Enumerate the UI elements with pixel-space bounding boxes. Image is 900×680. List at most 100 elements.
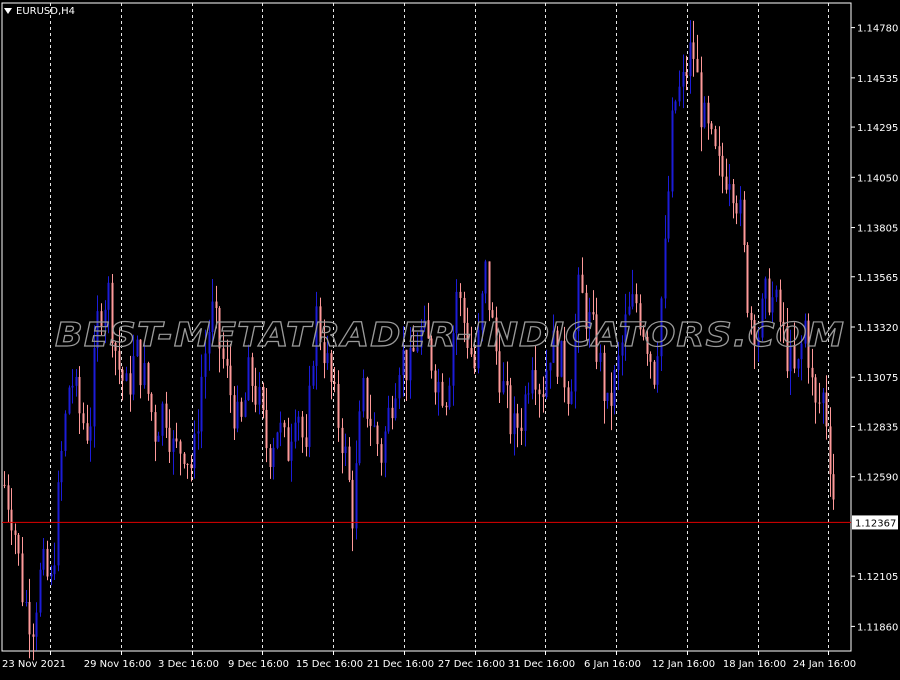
candle-body bbox=[200, 376, 203, 432]
candle-body bbox=[226, 358, 229, 366]
candle-body bbox=[279, 422, 282, 433]
candle-body bbox=[581, 274, 584, 293]
candle-body bbox=[513, 413, 516, 435]
y-tick-label: 1.12590 bbox=[857, 473, 898, 484]
candle-body bbox=[394, 398, 397, 419]
watermark-text: BEST-METATRADER-INDICATORS.COM bbox=[55, 315, 845, 354]
candle-body bbox=[746, 244, 749, 313]
candle-body bbox=[649, 353, 652, 362]
candle-body bbox=[811, 367, 814, 378]
candle-body bbox=[333, 381, 336, 384]
candle-body bbox=[678, 86, 681, 102]
x-tick-label: 18 Jan 16:00 bbox=[723, 659, 786, 670]
y-tick-label: 1.12835 bbox=[857, 422, 898, 433]
candle-body bbox=[434, 370, 437, 393]
candle-body bbox=[251, 357, 254, 386]
candle-body bbox=[473, 354, 476, 369]
candle-body bbox=[53, 565, 56, 575]
candle-body bbox=[674, 101, 677, 111]
candle-body bbox=[380, 444, 383, 463]
candle-body bbox=[664, 238, 667, 299]
candle-body bbox=[193, 433, 196, 469]
candle-body bbox=[132, 356, 135, 395]
candle-body bbox=[272, 447, 275, 468]
candle-body bbox=[326, 353, 329, 364]
y-tick-label: 1.13805 bbox=[857, 224, 898, 235]
candle-body bbox=[254, 385, 257, 405]
candle-body bbox=[64, 413, 67, 451]
candle-body bbox=[441, 381, 444, 406]
x-tick-label: 31 Dec 16:00 bbox=[508, 659, 575, 670]
candle-body bbox=[603, 352, 606, 401]
candle-body bbox=[707, 102, 710, 124]
candle-body bbox=[89, 426, 92, 441]
x-tick-label: 12 Jan 16:00 bbox=[652, 659, 715, 670]
candle-body bbox=[775, 289, 778, 298]
candle-body bbox=[689, 42, 692, 76]
candle-body bbox=[172, 438, 175, 452]
candle-body bbox=[667, 191, 670, 239]
candle-body bbox=[797, 359, 800, 369]
candle-body bbox=[768, 278, 771, 313]
candle-body bbox=[814, 377, 817, 403]
candle-body bbox=[71, 385, 74, 388]
candle-body bbox=[308, 385, 311, 447]
candle-body bbox=[190, 464, 193, 469]
candle-body bbox=[832, 474, 835, 500]
candle-body bbox=[244, 400, 247, 417]
symbol-label-text: EURUSD,H4 bbox=[16, 6, 76, 17]
candle-body bbox=[269, 448, 272, 468]
candle-body bbox=[75, 376, 78, 386]
candle-body bbox=[10, 509, 13, 531]
candle-body bbox=[179, 441, 182, 454]
y-tick-label: 1.13565 bbox=[857, 273, 898, 284]
candle-body bbox=[696, 58, 699, 73]
candle-body bbox=[25, 601, 28, 603]
candle-body bbox=[28, 601, 31, 635]
candle-body bbox=[348, 446, 351, 480]
candle-body bbox=[247, 357, 250, 401]
candle-body bbox=[692, 42, 695, 59]
candle-body bbox=[165, 403, 168, 428]
candle-body bbox=[387, 407, 390, 432]
candle-body bbox=[448, 385, 451, 408]
candle-body bbox=[341, 427, 344, 454]
candle-body bbox=[445, 405, 448, 408]
candle-body bbox=[283, 422, 286, 428]
candle-body bbox=[204, 353, 207, 377]
candle-body bbox=[82, 413, 85, 424]
candle-body bbox=[129, 373, 132, 395]
candle-body bbox=[542, 394, 545, 398]
candle-body bbox=[197, 431, 200, 434]
candle-body bbox=[682, 72, 685, 87]
candle-body bbox=[714, 129, 717, 147]
candle-body bbox=[60, 450, 63, 483]
candle-body bbox=[229, 365, 232, 396]
candle-body bbox=[351, 479, 354, 529]
candle-body bbox=[610, 392, 613, 406]
candle-body bbox=[21, 553, 24, 603]
chart-window[interactable]: 23 Nov 2021 29 Nov 16:00 3 Dec 16:00 9 Dec … bbox=[0, 0, 900, 675]
candle-body bbox=[46, 548, 49, 577]
x-tick-label: 21 Dec 16:00 bbox=[367, 659, 434, 670]
candle-body bbox=[710, 123, 713, 130]
candle-body bbox=[125, 373, 128, 381]
candle-body bbox=[240, 401, 243, 417]
candle-body bbox=[143, 363, 146, 386]
candle-body bbox=[771, 297, 774, 313]
candle-body bbox=[147, 363, 150, 394]
candle-body bbox=[305, 437, 308, 447]
candle-body bbox=[538, 389, 541, 395]
y-tick-label: 1.14535 bbox=[857, 74, 898, 85]
candle-body bbox=[685, 72, 688, 76]
x-tick-label: 27 Dec 16:00 bbox=[438, 659, 505, 670]
candle-body bbox=[498, 351, 501, 393]
candle-body bbox=[725, 176, 728, 190]
candle-body bbox=[437, 381, 440, 393]
candle-body bbox=[700, 72, 703, 128]
current-price-label: 1.12367 bbox=[855, 518, 896, 529]
candle-body bbox=[391, 407, 394, 419]
symbol-timeframe-label: EURUSD,H4 bbox=[4, 6, 75, 17]
candle-body bbox=[183, 453, 186, 464]
price-chart[interactable]: 23 Nov 2021 29 Nov 16:00 3 Dec 16:00 9 Dec … bbox=[0, 0, 900, 675]
